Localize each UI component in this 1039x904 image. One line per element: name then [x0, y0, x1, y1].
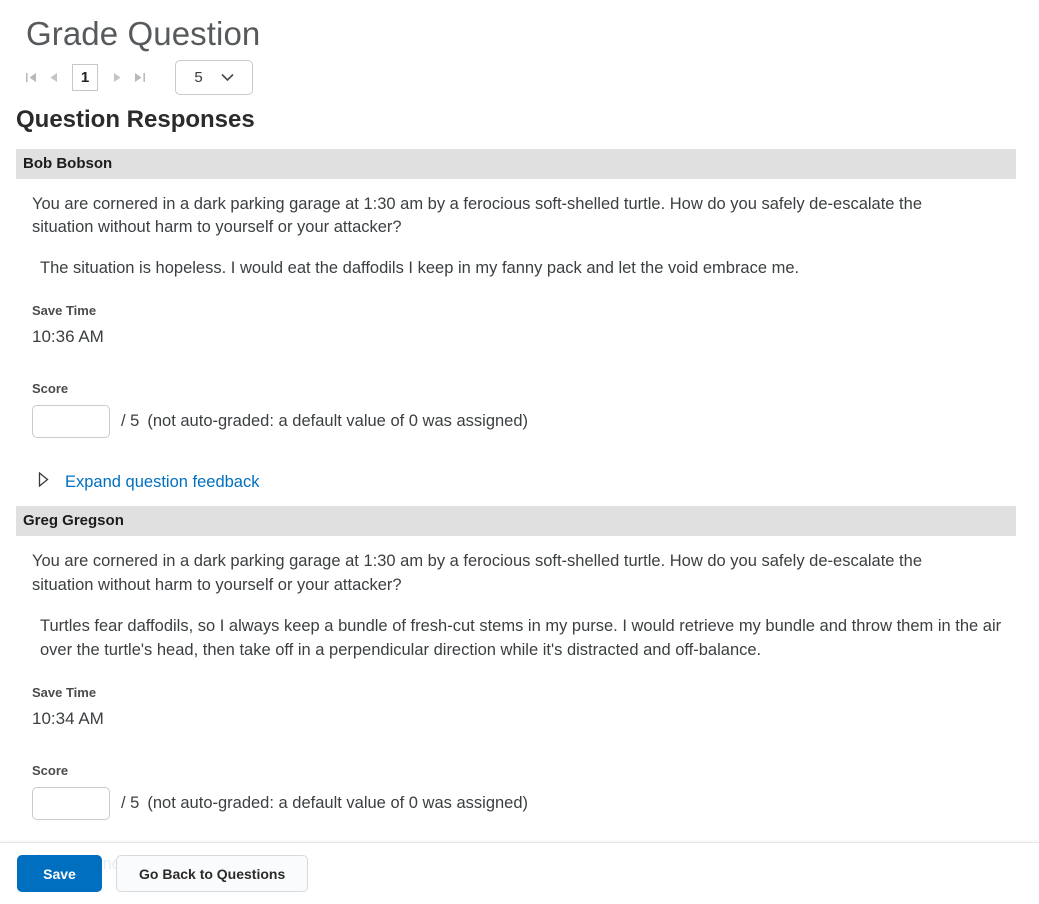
triangle-right-icon: [38, 471, 49, 492]
score-input[interactable]: [32, 787, 110, 821]
score-input[interactable]: [32, 405, 110, 439]
first-page-icon[interactable]: [20, 65, 42, 89]
go-back-to-questions-button[interactable]: Go Back to Questions: [116, 855, 309, 892]
last-page-icon[interactable]: [128, 65, 150, 89]
page-scroll-area[interactable]: Grade Question 1 5 Question Responses Bo…: [0, 0, 1039, 904]
score-label: Score: [32, 381, 69, 397]
chevron-down-icon: [221, 69, 234, 86]
expand-question-feedback-toggle[interactable]: Expand question feedback: [0, 471, 260, 492]
section-title: Question Responses: [16, 105, 255, 133]
grade-question-page: Grade Question 1 5 Question Responses Bo…: [0, 0, 1039, 904]
save-time-label: Save Time: [32, 303, 97, 319]
score-note: (not auto-graded: a default value of 0 w…: [147, 412, 529, 431]
save-time-label: Save Time: [32, 685, 97, 701]
response-block: Greg Gregson You are cornered in a dark …: [0, 506, 1039, 874]
score-note: (not auto-graded: a default value of 0 w…: [147, 794, 529, 813]
score-denominator: / 5: [121, 412, 140, 431]
previous-page-icon[interactable]: [42, 65, 64, 89]
question-text: You are cornered in a dark parking garag…: [32, 194, 922, 237]
pagination-bar: 1 5: [0, 54, 1039, 95]
current-page-indicator: 1: [72, 63, 98, 91]
student-name-banner: Bob Bobson: [16, 148, 1016, 179]
expand-question-feedback-label: Expand question feedback: [65, 472, 260, 491]
page-size-value: 5: [194, 68, 203, 86]
response-block: Bob Bobson You are cornered in a dark pa…: [0, 148, 1039, 493]
score-row: / 5 (not auto-graded: a default value of…: [0, 787, 1039, 821]
save-button[interactable]: Save: [17, 855, 102, 892]
score-denominator: / 5: [121, 794, 140, 813]
question-answer-body: You are cornered in a dark parking garag…: [0, 536, 1039, 663]
page-title: Grade Question: [26, 15, 261, 52]
question-text: You are cornered in a dark parking garag…: [32, 552, 922, 594]
page-size-select[interactable]: 5: [175, 59, 253, 95]
student-answer-text: The situation is hopeless. I would eat t…: [40, 259, 800, 278]
footer-action-bar: Save Go Back to Questions: [0, 842, 1039, 904]
save-time-value: 10:34 AM: [32, 709, 104, 729]
score-label: Score: [32, 763, 69, 779]
save-time-value: 10:36 AM: [32, 327, 104, 347]
pagination-nav: 1: [20, 63, 150, 91]
next-page-icon[interactable]: [106, 65, 128, 89]
score-row: / 5 (not auto-graded: a default value of…: [0, 405, 1039, 439]
student-answer-text: Turtles fear daffodils, so I always keep…: [40, 617, 1002, 660]
student-name-banner: Greg Gregson: [16, 506, 1016, 537]
question-answer-body: You are cornered in a dark parking garag…: [0, 179, 1039, 282]
